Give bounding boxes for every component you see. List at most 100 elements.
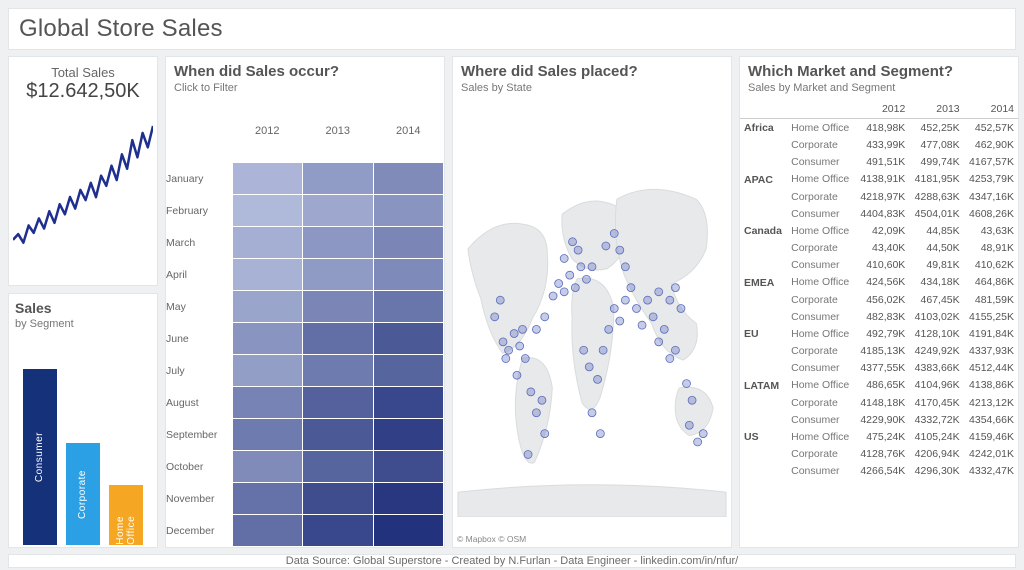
map-dot[interactable] <box>502 355 510 363</box>
market-year-header[interactable]: 2013 <box>909 100 963 119</box>
map-dot[interactable] <box>560 288 568 296</box>
table-row[interactable]: Consumer4404,83K4504,01K4608,26K <box>740 205 1018 222</box>
heatmap-cell[interactable] <box>303 195 374 227</box>
table-row[interactable]: Consumer4229,90K4332,72K4354,66K <box>740 411 1018 428</box>
heatmap-cell[interactable] <box>373 163 444 195</box>
map-dot[interactable] <box>538 396 546 404</box>
map-dot[interactable] <box>605 325 613 333</box>
table-row[interactable]: CanadaHome Office42,09K44,85K43,63K <box>740 222 1018 240</box>
heatmap-cell[interactable] <box>303 515 374 547</box>
heatmap-cell[interactable] <box>373 451 444 483</box>
map-dot[interactable] <box>660 325 668 333</box>
map-dot[interactable] <box>510 330 518 338</box>
heatmap-month-label[interactable]: April <box>166 259 232 291</box>
table-row[interactable]: EMEAHome Office424,56K434,18K464,86K <box>740 274 1018 292</box>
heatmap-cell[interactable] <box>373 483 444 515</box>
map-dot[interactable] <box>513 371 521 379</box>
map-dot[interactable] <box>699 430 707 438</box>
heatmap-cell[interactable] <box>303 291 374 323</box>
map-dot[interactable] <box>496 296 504 304</box>
heatmap-cell[interactable] <box>373 291 444 323</box>
market-year-header[interactable]: 2014 <box>964 100 1018 119</box>
heatmap-cell[interactable] <box>373 195 444 227</box>
map-dot[interactable] <box>549 292 557 300</box>
heatmap-cell[interactable] <box>373 227 444 259</box>
heatmap-month-label[interactable]: June <box>166 323 232 355</box>
map-dot[interactable] <box>499 338 507 346</box>
heatmap-year-header[interactable]: 2012 <box>232 100 303 163</box>
heatmap-cell[interactable] <box>373 515 444 547</box>
map-dot[interactable] <box>671 346 679 354</box>
table-row[interactable]: AfricaHome Office418,98K452,25K452,57K <box>740 119 1018 137</box>
heatmap-cell[interactable] <box>303 355 374 387</box>
map-dot[interactable] <box>633 305 641 313</box>
map-dot[interactable] <box>596 430 604 438</box>
heatmap-month-label[interactable]: January <box>166 163 232 195</box>
table-row[interactable]: LATAMHome Office486,65K4104,96K4138,86K <box>740 377 1018 395</box>
map-dot[interactable] <box>527 388 535 396</box>
heatmap-cell[interactable] <box>232 483 303 515</box>
heatmap-year-header[interactable]: 2013 <box>303 100 374 163</box>
heatmap-month-label[interactable]: September <box>166 419 232 451</box>
table-row[interactable]: Corporate433,99K477,08K462,90K <box>740 137 1018 154</box>
heatmap-month-label[interactable]: August <box>166 387 232 419</box>
segment-bar-chart[interactable]: ConsumerCorporateHome Office <box>15 334 151 545</box>
map-dot[interactable] <box>644 296 652 304</box>
heatmap-cell[interactable] <box>303 259 374 291</box>
heatmap-cell[interactable] <box>232 387 303 419</box>
heatmap-cell[interactable] <box>303 483 374 515</box>
heatmap-cell[interactable] <box>303 163 374 195</box>
heatmap-cell[interactable] <box>373 419 444 451</box>
heatmap-cell[interactable] <box>373 323 444 355</box>
table-row[interactable]: Corporate43,40K44,50K48,91K <box>740 240 1018 257</box>
map-dot[interactable] <box>555 280 563 288</box>
heatmap-cell[interactable] <box>232 291 303 323</box>
heatmap-cell[interactable] <box>373 355 444 387</box>
map-dot[interactable] <box>688 396 696 404</box>
heatmap-month-label[interactable]: March <box>166 227 232 259</box>
map-dot[interactable] <box>694 438 702 446</box>
map-dot[interactable] <box>521 355 529 363</box>
heatmap-cell[interactable] <box>232 163 303 195</box>
heatmap-cell[interactable] <box>232 355 303 387</box>
heatmap-grid[interactable]: 201220132014JanuaryFebruaryMarchAprilMay… <box>166 100 444 547</box>
map-dot[interactable] <box>649 313 657 321</box>
heatmap-cell[interactable] <box>373 387 444 419</box>
heatmap-year-header[interactable]: 2014 <box>373 100 444 163</box>
segment-bar[interactable]: Consumer <box>21 334 58 545</box>
table-row[interactable]: EUHome Office492,79K4128,10K4191,84K <box>740 325 1018 343</box>
heatmap-cell[interactable] <box>232 515 303 547</box>
map-dot[interactable] <box>577 263 585 271</box>
heatmap-cell[interactable] <box>303 387 374 419</box>
map-dot[interactable] <box>569 238 577 246</box>
map-dot[interactable] <box>588 409 596 417</box>
market-year-header[interactable]: 2012 <box>855 100 909 119</box>
map-dot[interactable] <box>685 421 693 429</box>
map-dot[interactable] <box>627 284 635 292</box>
map-dot[interactable] <box>683 380 691 388</box>
map-body[interactable]: © Mapbox © OSM <box>453 100 731 547</box>
map-dot[interactable] <box>621 296 629 304</box>
heatmap-cell[interactable] <box>232 259 303 291</box>
map-dot[interactable] <box>655 288 663 296</box>
table-row[interactable]: Consumer491,51K499,74K4167,57K <box>740 154 1018 171</box>
map-dot[interactable] <box>610 305 618 313</box>
map-dot[interactable] <box>516 342 524 350</box>
table-row[interactable]: Corporate4185,13K4249,92K4337,93K <box>740 343 1018 360</box>
heatmap-cell[interactable] <box>232 195 303 227</box>
map-dot[interactable] <box>671 284 679 292</box>
map-dot[interactable] <box>524 450 532 458</box>
map-dot[interactable] <box>616 317 624 325</box>
heatmap-month-label[interactable]: November <box>166 483 232 515</box>
map-dot[interactable] <box>519 325 527 333</box>
map-dot[interactable] <box>574 246 582 254</box>
map-dot[interactable] <box>588 263 596 271</box>
map-dot[interactable] <box>560 254 568 262</box>
heatmap-month-label[interactable]: October <box>166 451 232 483</box>
world-map[interactable] <box>453 100 731 517</box>
table-row[interactable]: Corporate4128,76K4206,94K4242,01K <box>740 446 1018 463</box>
map-dot[interactable] <box>541 430 549 438</box>
map-dot[interactable] <box>638 321 646 329</box>
map-dot[interactable] <box>594 375 602 383</box>
table-row[interactable]: USHome Office475,24K4105,24K4159,46K <box>740 428 1018 446</box>
